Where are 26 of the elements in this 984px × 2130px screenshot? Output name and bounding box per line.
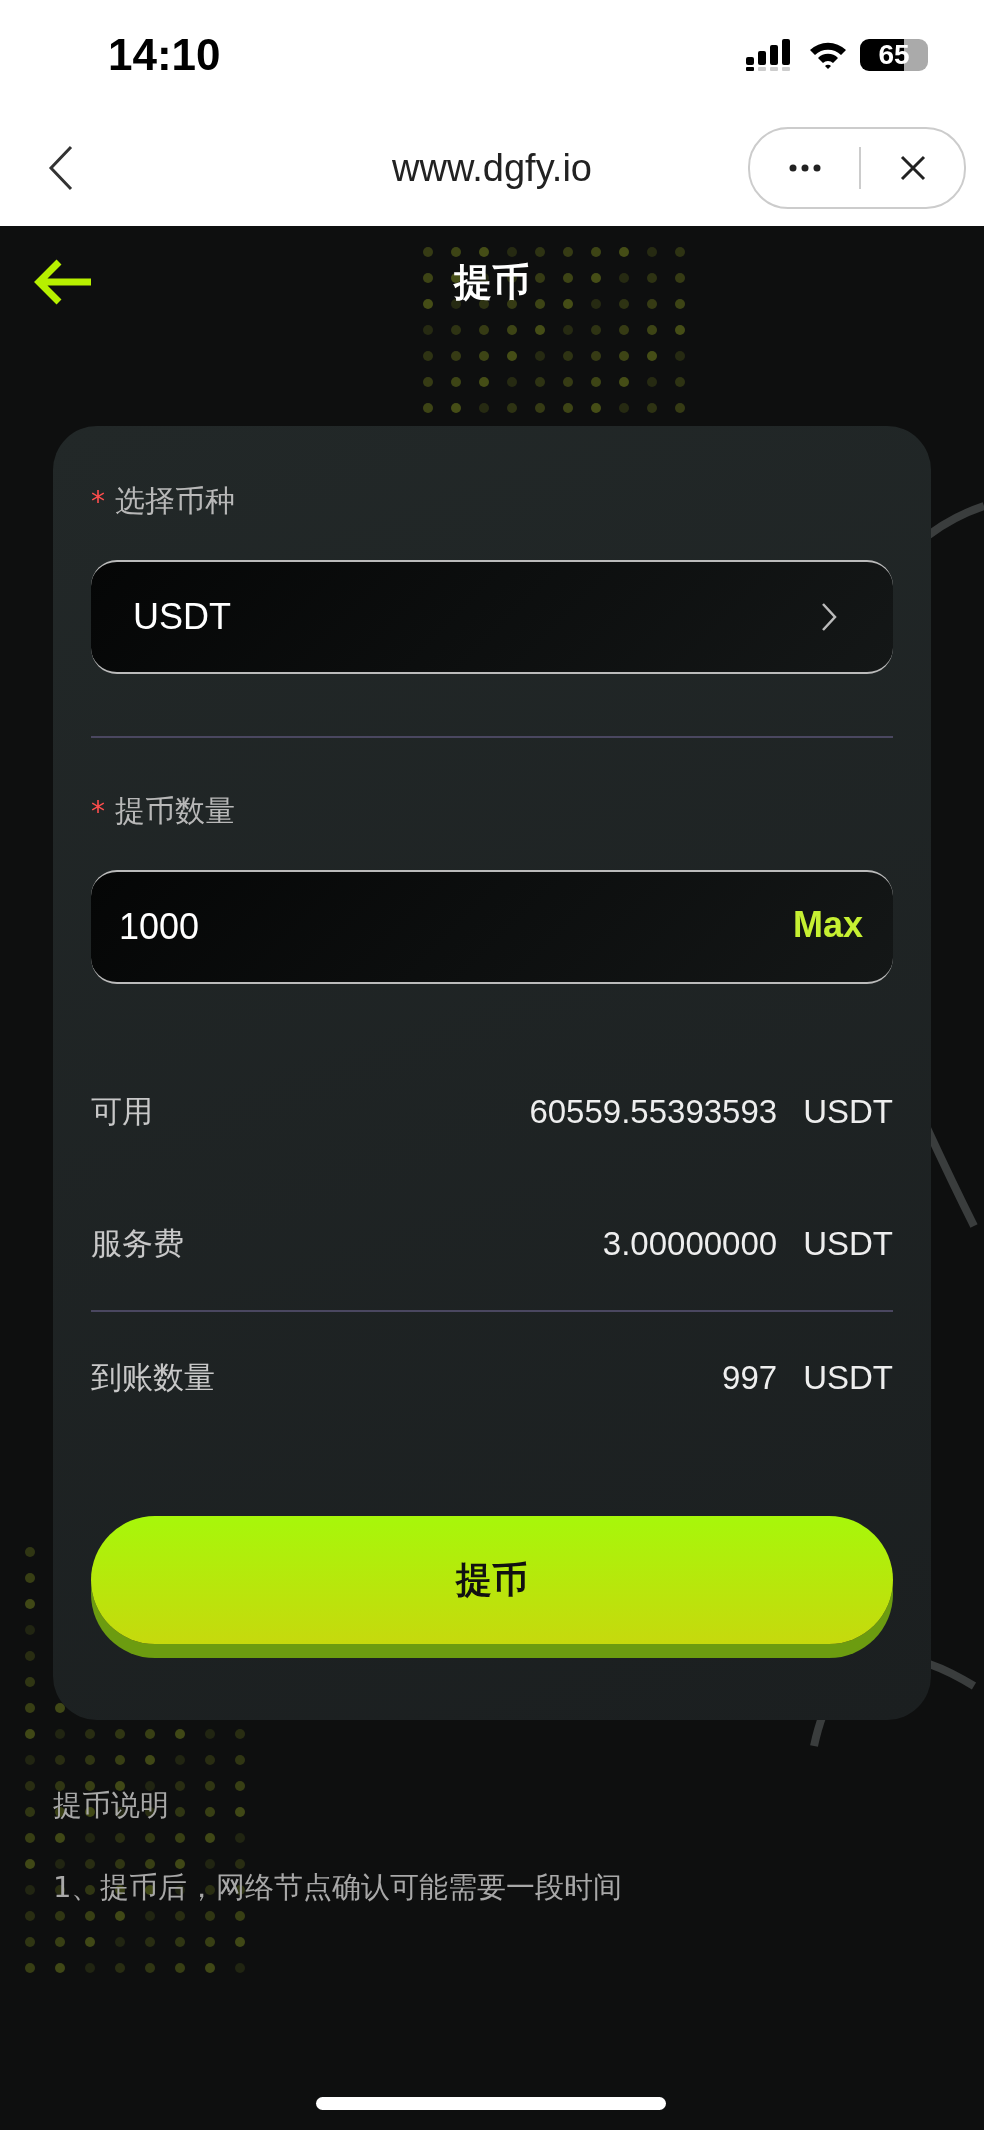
chevron-icon bbox=[821, 602, 837, 632]
url-text: www.dgfy.io bbox=[392, 146, 592, 190]
currency-select[interactable]: USDT bbox=[91, 560, 893, 674]
more-icon[interactable] bbox=[788, 164, 821, 172]
row-label: 服务费 bbox=[91, 1224, 184, 1263]
row-label: 到账数量 bbox=[91, 1358, 215, 1397]
field-label: 选择币种 bbox=[115, 481, 235, 520]
notes-text: 1、提币后，网络节点确认可能需要一段时间 bbox=[53, 1869, 624, 1906]
status-time: 14:10 bbox=[108, 30, 221, 80]
close-icon[interactable] bbox=[899, 155, 926, 181]
row-amount: 997 bbox=[722, 1359, 778, 1397]
field-label: 提币数量 bbox=[115, 791, 235, 830]
max-button[interactable]: Max bbox=[792, 904, 863, 946]
wifi-icon bbox=[808, 40, 848, 70]
back-arrow-icon[interactable] bbox=[33, 258, 93, 306]
required-asterisk: * bbox=[91, 794, 105, 828]
row-label: 可用 bbox=[91, 1092, 153, 1131]
required-asterisk: * bbox=[91, 484, 105, 518]
row-unit: USDT bbox=[803, 1359, 893, 1397]
row-unit: USDT bbox=[803, 1093, 893, 1131]
back-icon[interactable] bbox=[48, 145, 74, 191]
notes-title: 提币说明 bbox=[53, 1787, 170, 1824]
row-amount: 60559.55393593 bbox=[529, 1093, 778, 1131]
page-title: 提币 bbox=[454, 258, 530, 306]
row-amount: 3.00000000 bbox=[602, 1225, 778, 1263]
row-unit: USDT bbox=[803, 1225, 893, 1263]
